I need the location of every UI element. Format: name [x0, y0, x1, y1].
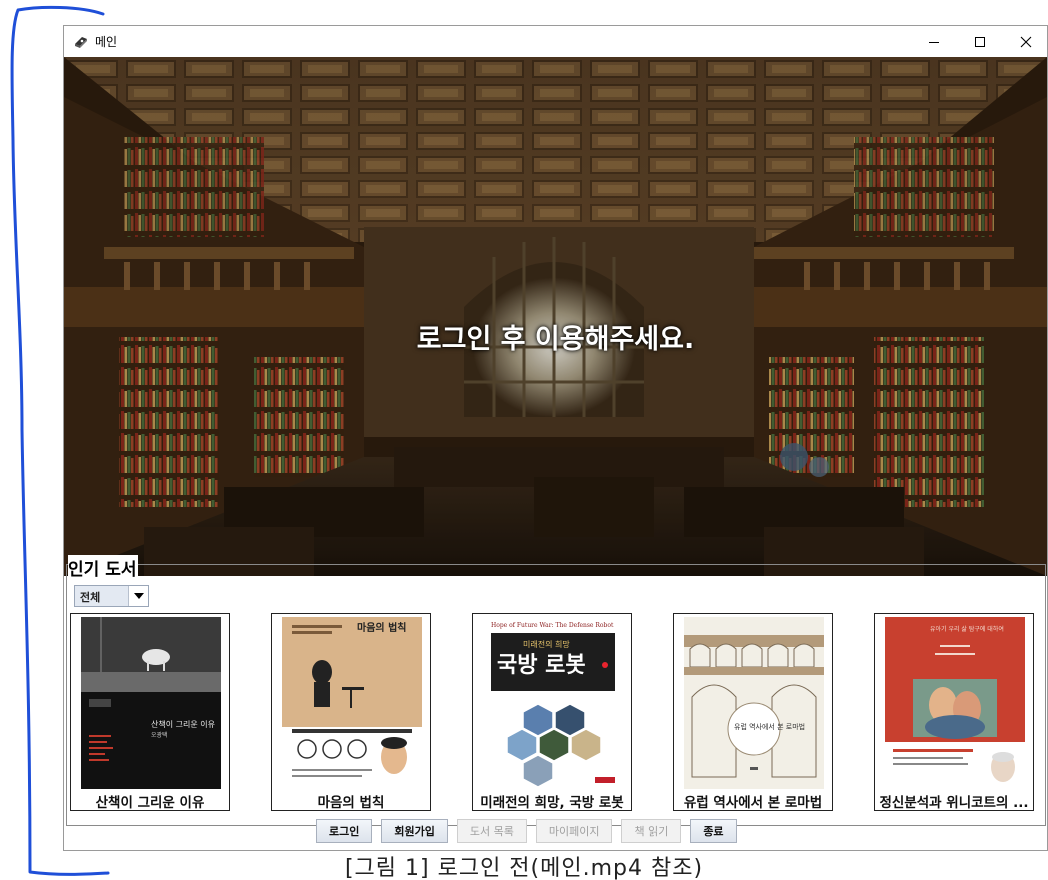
book-cover: 마음의 법칙 — [282, 617, 422, 789]
main-window: 메인 로그인 후 이용해주세요. 인기 도서 전체 산책이 그리운 이유 오광택… — [63, 25, 1048, 851]
book-cover-art: 유아기 우리 삶 탐구에 대하여 — [885, 617, 1025, 789]
category-select[interactable]: 전체 — [74, 585, 149, 607]
title-bar: 메인 — [64, 26, 1047, 57]
book-card[interactable]: 산책이 그리운 이유 오광택 산책이 그리운 이유 — [70, 613, 230, 811]
figure-caption: [그림 1] 로그인 전(메인.mp4 참조) — [344, 856, 704, 880]
exit-button[interactable]: 종료 — [690, 819, 737, 843]
window-title: 메인 — [95, 35, 118, 49]
book-cover-title: 유럽 역사에서 본 로마법 — [734, 722, 805, 731]
book-cover: 유아기 우리 삶 탐구에 대하여 — [885, 617, 1025, 789]
close-icon — [1020, 36, 1032, 47]
read-book-button[interactable]: 책 읽기 — [621, 819, 682, 843]
popular-books-panel: 인기 도서 전체 산책이 그리운 이유 오광택 산책이 그리운 이유 마음의 법… — [66, 555, 1046, 826]
action-button-bar: 로그인 회원가입 도서 목록 마이페이지 책 읽기 종료 — [316, 819, 737, 843]
book-cover-title: 마음의 법칙 — [357, 621, 406, 634]
book-title: 산책이 그리운 이유 — [95, 795, 205, 811]
book-cover: Hope of Future War: The Defense Robot 미래… — [483, 617, 623, 789]
book-cover-header: 유아기 우리 삶 탐구에 대하여 — [930, 625, 1004, 633]
book-cover-art: 유럽 역사에서 본 로마법 — [684, 617, 824, 789]
login-button[interactable]: 로그인 — [316, 819, 373, 843]
book-list: 산책이 그리운 이유 오광택 산책이 그리운 이유 마음의 법칙 마음의 법칙 … — [70, 613, 1045, 811]
maximize-icon — [975, 36, 985, 47]
book-card[interactable]: 마음의 법칙 마음의 법칙 — [271, 613, 431, 811]
book-cover-title: 국방 로봇 — [497, 653, 586, 678]
close-button[interactable] — [1003, 26, 1048, 57]
book-title: 유럽 역사에서 본 로마법 — [683, 795, 823, 811]
book-cover: 유럽 역사에서 본 로마법 — [684, 617, 824, 789]
book-title: 미래전의 희망, 국방 로봇 — [480, 795, 624, 811]
book-card[interactable]: 유럽 역사에서 본 로마법 유럽 역사에서 본 로마법 — [673, 613, 833, 811]
login-required-message: 로그인 후 이용해주세요. — [416, 324, 695, 355]
book-app-icon — [75, 37, 87, 48]
book-card[interactable]: Hope of Future War: The Defense Robot 미래… — [472, 613, 632, 811]
book-title: 마음의 법칙 — [317, 795, 385, 811]
book-cover-small-title: 미래전의 희망 — [523, 639, 570, 649]
minimize-button[interactable] — [911, 26, 957, 57]
chevron-down-icon[interactable] — [128, 586, 148, 606]
maximize-button[interactable] — [957, 26, 1003, 57]
book-cover: 산책이 그리운 이유 오광택 — [81, 617, 221, 789]
category-select-value: 전체 — [80, 591, 101, 604]
book-cover-title: 산책이 그리운 이유 — [151, 719, 215, 729]
library-hero-image: 로그인 후 이용해주세요. — [64, 57, 1047, 576]
popular-books-legend: 인기 도서 — [68, 555, 139, 580]
book-cover-art: 산책이 그리운 이유 오광택 — [81, 617, 221, 789]
book-cover-header: Hope of Future War: The Defense Robot — [491, 622, 614, 629]
mypage-button[interactable]: 마이페이지 — [535, 819, 613, 843]
book-title: 정신분석과 위니코트의 ... — [879, 795, 1029, 811]
minimize-icon — [929, 41, 939, 43]
book-list-button[interactable]: 도서 목록 — [456, 819, 527, 843]
book-cover-author: 오광택 — [151, 732, 168, 739]
book-card[interactable]: 유아기 우리 삶 탐구에 대하여 정신분석과 위니코트의 ... — [874, 613, 1034, 811]
signup-button[interactable]: 회원가입 — [381, 819, 448, 843]
book-cover-art: 마음의 법칙 — [282, 617, 422, 789]
book-cover-art: Hope of Future War: The Defense Robot 미래… — [483, 617, 623, 789]
